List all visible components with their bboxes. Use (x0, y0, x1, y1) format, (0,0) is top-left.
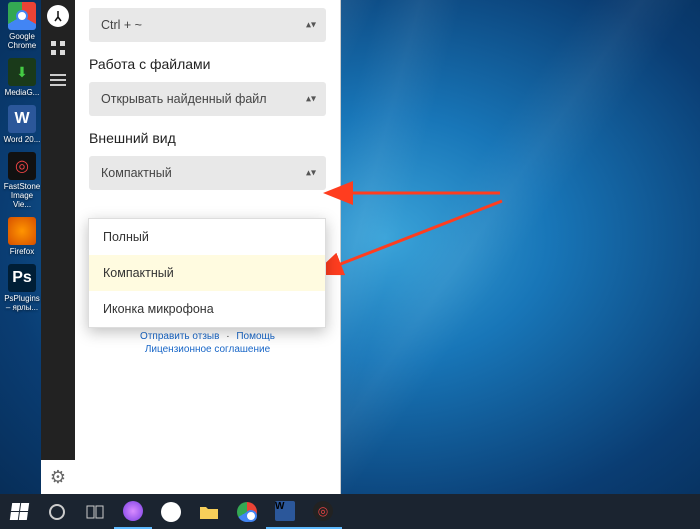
task-view-button[interactable] (76, 494, 114, 529)
chevron-updown-icon: ▴▾ (306, 20, 316, 31)
photoshop-icon: Ps (8, 264, 36, 292)
taskbar-app-word[interactable]: W (266, 494, 304, 529)
annotation-arrow-2 (332, 195, 507, 280)
apps-grid-icon (50, 40, 66, 56)
desktop-icon-mediaget[interactable]: MediaG... (2, 58, 42, 97)
alice-icon (123, 501, 143, 521)
sidebar-yandex-button[interactable] (41, 0, 75, 32)
files-action-value: Открывать найденный файл (101, 92, 267, 106)
yandex-browser-icon (161, 502, 181, 522)
app-sidebar (41, 0, 75, 494)
taskbar-app-alice[interactable] (114, 494, 152, 529)
files-action-select[interactable]: Открывать найденный файл ▴▾ (89, 82, 326, 116)
firefox-icon (8, 217, 36, 245)
windows-icon (9, 503, 28, 520)
cortana-icon (49, 504, 65, 520)
cortana-button[interactable] (38, 494, 76, 529)
chevron-updown-icon: ▴▾ (306, 94, 316, 105)
sidebar-menu-button[interactable] (41, 64, 75, 96)
desktop-icon-faststone[interactable]: FastStone Image Vie... (2, 152, 42, 209)
license-link[interactable]: Лицензионное соглашение (145, 344, 270, 355)
dropdown-option-mic[interactable]: Иконка микрофона (89, 291, 325, 327)
chrome-icon (8, 2, 36, 30)
faststone-icon: ◎ (313, 501, 333, 521)
gear-icon: ⚙ (50, 467, 66, 488)
desktop-icon-label: FastStone Image Vie... (2, 182, 42, 209)
sidebar-apps-button[interactable] (41, 32, 75, 64)
section-appearance-heading: Внешний вид (89, 130, 326, 146)
desktop-icons-column: Google Chrome MediaG... W Word 20... Fas… (2, 2, 42, 320)
desktop-background: Google Chrome MediaG... W Word 20... Fas… (0, 0, 700, 529)
chevron-updown-icon: ▴▾ (306, 168, 316, 179)
hamburger-icon (50, 74, 66, 86)
desktop-icon-label: PsPlugins – ярлы... (2, 294, 42, 312)
appearance-dropdown: Полный Компактный Иконка микрофона (88, 218, 326, 328)
desktop-icon-label: Google Chrome (2, 32, 42, 50)
help-link[interactable]: Помощь (236, 331, 275, 342)
desktop-icon-label: Firefox (2, 247, 42, 256)
taskbar: W ◎ (0, 494, 700, 529)
taskbar-app-chrome[interactable] (228, 494, 266, 529)
download-icon (8, 58, 36, 86)
appearance-select[interactable]: Компактный ▴▾ (89, 156, 326, 190)
taskbar-app-faststone[interactable]: ◎ (304, 494, 342, 529)
desktop-icon-chrome[interactable]: Google Chrome (2, 2, 42, 50)
hotkey-select[interactable]: Ctrl + ~ ▴▾ (89, 8, 326, 42)
desktop-icon-firefox[interactable]: Firefox (2, 217, 42, 256)
yandex-icon (47, 5, 69, 27)
desktop-icon-label: MediaG... (2, 88, 42, 97)
desktop-icon-label: Word 20... (2, 135, 42, 144)
folder-icon (199, 504, 219, 520)
appearance-select-value: Компактный (101, 166, 172, 180)
settings-button[interactable]: ⚙ (41, 460, 75, 494)
taskbar-app-yandex[interactable] (152, 494, 190, 529)
desktop-icon-word[interactable]: W Word 20... (2, 105, 42, 144)
task-view-icon (86, 505, 104, 519)
word-icon: W (8, 105, 36, 133)
section-files-heading: Работа с файлами (89, 56, 326, 72)
chrome-icon (237, 502, 257, 522)
footer-links: Отправить отзыв · Помощь (89, 331, 326, 342)
dropdown-option-compact[interactable]: Компактный (89, 255, 325, 291)
feedback-link[interactable]: Отправить отзыв (140, 331, 219, 342)
dropdown-option-full[interactable]: Полный (89, 219, 325, 255)
desktop-icon-ps[interactable]: Ps PsPlugins – ярлы... (2, 264, 42, 312)
taskbar-app-explorer[interactable] (190, 494, 228, 529)
word-icon: W (275, 501, 295, 521)
start-button[interactable] (0, 494, 38, 529)
hotkey-select-value: Ctrl + ~ (101, 18, 142, 32)
camera-icon (8, 152, 36, 180)
